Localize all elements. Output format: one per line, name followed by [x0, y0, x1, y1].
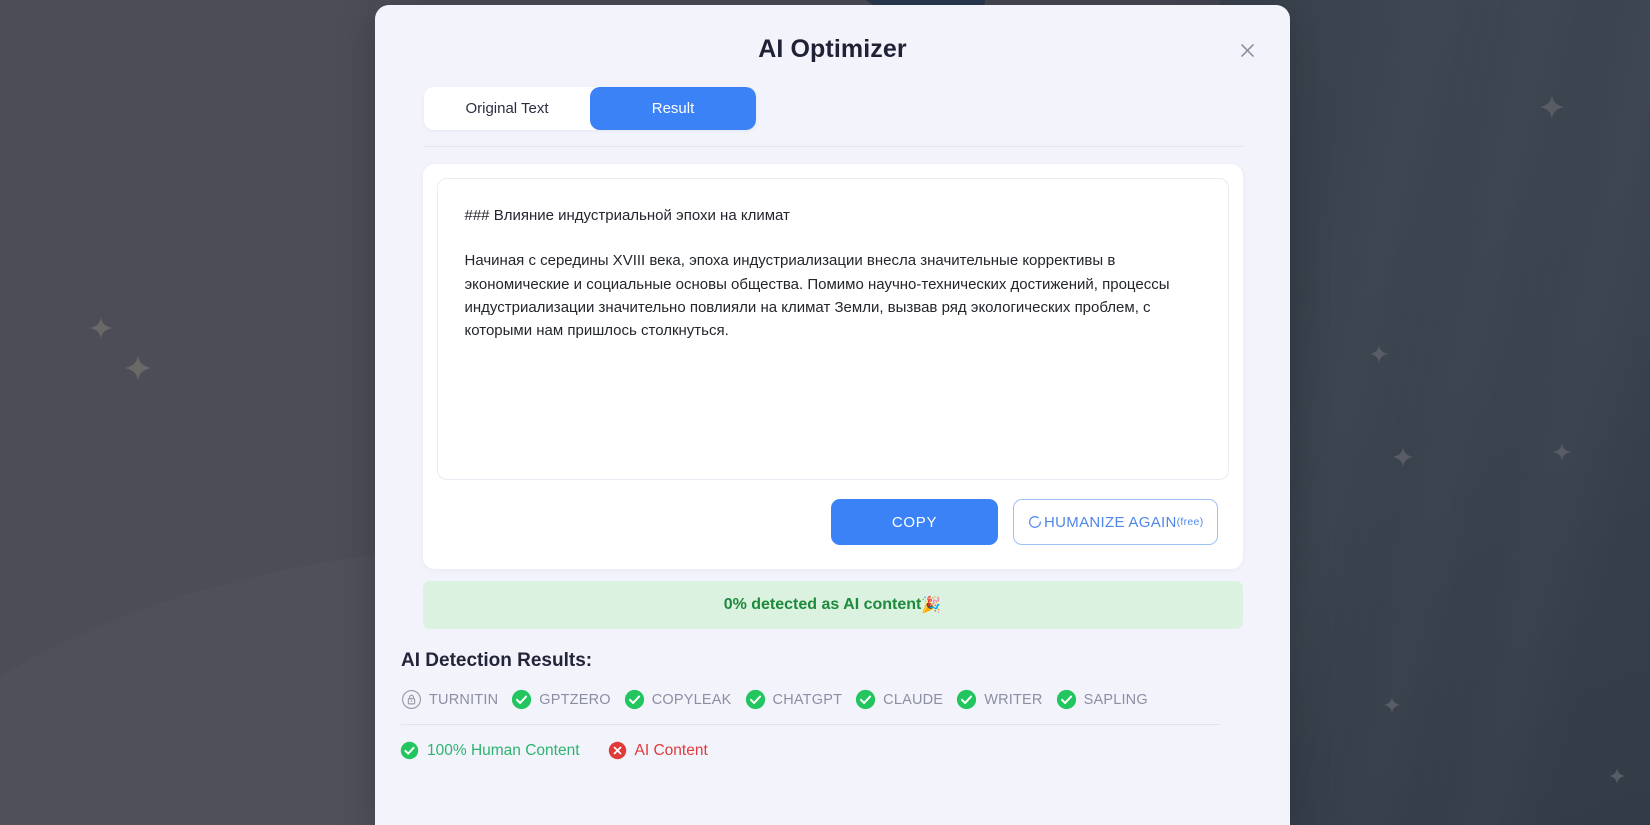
sparkle-icon: [90, 317, 112, 339]
check-circle-icon: [745, 689, 765, 710]
close-icon[interactable]: [1230, 33, 1264, 67]
card-action-bar: COPY HUMANIZE AGAIN (free): [437, 480, 1229, 555]
party-popper-icon: 🎉: [921, 597, 942, 614]
ai-detection-banner-text: 0% detected as AI content: [723, 596, 922, 613]
detector-label: WRITER: [984, 691, 1043, 708]
ai-optimizer-modal: AI Optimizer Original Text Result ### Вл…: [375, 5, 1290, 825]
detector-badge-copyleak[interactable]: COPYLEAK: [624, 689, 732, 710]
legend-human-content: 100% Human Content: [400, 741, 580, 760]
sparkle-icon: [1609, 768, 1625, 784]
detector-badge-chatgpt[interactable]: CHATGPT: [745, 689, 843, 710]
humanize-again-sublabel: (free): [1176, 516, 1204, 528]
sparkle-icon: [1384, 697, 1400, 713]
tab-group: Original Text Result: [424, 87, 756, 130]
sparkle-icon: [125, 355, 151, 381]
detector-badge-sapling[interactable]: SAPLING: [1056, 689, 1148, 710]
legend-label: 100% Human Content: [427, 741, 580, 759]
sparkle-icon: [1370, 345, 1388, 363]
legend-label: AI Content: [634, 741, 708, 759]
humanize-again-label: HUMANIZE AGAIN: [1044, 513, 1177, 531]
result-body-paragraph: Начиная с середины XVIII века, эпоха инд…: [464, 252, 1170, 339]
lock-circle-icon: [402, 690, 421, 709]
copy-button[interactable]: COPY: [831, 499, 999, 545]
detector-badge-gptzero[interactable]: GPTZERO: [511, 689, 611, 710]
close-glyph: [1240, 43, 1254, 57]
detector-label: GPTZERO: [539, 691, 611, 708]
x-circle-icon: [608, 741, 626, 760]
check-circle-icon: [856, 689, 876, 710]
detector-label: TURNITIN: [429, 691, 499, 708]
sparkle-icon: [1393, 447, 1413, 467]
result-card: ### Влияние индустриальной эпохи на клим…: [422, 164, 1243, 569]
tab-divider: [424, 146, 1244, 147]
detector-label: COPYLEAK: [651, 691, 732, 708]
detector-badge-row: TURNITIN GPTZERO COPYLEAK CHATGPT CLAUDE…: [401, 689, 1231, 710]
check-circle-icon: [1056, 689, 1076, 710]
result-textarea[interactable]: ### Влияние индустриальной эпохи на клим…: [436, 178, 1229, 480]
detector-badge-writer[interactable]: WRITER: [956, 689, 1042, 710]
tab-bar: Original Text Result: [424, 87, 756, 130]
tab-result[interactable]: Result: [590, 87, 756, 130]
legend-row: 100% Human Content AI Content: [400, 741, 1290, 760]
sparkle-icon: [1553, 443, 1571, 461]
detector-row-divider: [401, 724, 1219, 725]
detector-badge-turnitin[interactable]: TURNITIN: [401, 689, 498, 710]
ai-detection-banner: 0% detected as AI content 🎉: [422, 581, 1243, 629]
check-circle-icon: [400, 741, 419, 760]
page-title: AI Optimizer: [758, 35, 907, 63]
check-circle-icon: [624, 689, 644, 710]
humanize-again-button[interactable]: HUMANIZE AGAIN (free): [1013, 499, 1218, 545]
refresh-spinner-icon: [1029, 516, 1042, 528]
detector-badge-claude[interactable]: CLAUDE: [855, 689, 943, 710]
legend-ai-content: AI Content: [608, 741, 708, 760]
sparkle-icon: [1540, 95, 1564, 119]
detection-results-heading: AI Detection Results:: [401, 650, 593, 671]
result-heading-line: ### Влияние индустриальной эпохи на клим…: [464, 207, 790, 224]
detector-label: SAPLING: [1083, 691, 1148, 708]
detector-label: CLAUDE: [883, 691, 944, 708]
result-blank-line: [465, 227, 1201, 249]
check-circle-icon: [957, 689, 977, 710]
check-circle-icon: [512, 689, 532, 710]
detector-label: CHATGPT: [772, 691, 843, 708]
tab-original-text[interactable]: Original Text: [424, 87, 590, 130]
